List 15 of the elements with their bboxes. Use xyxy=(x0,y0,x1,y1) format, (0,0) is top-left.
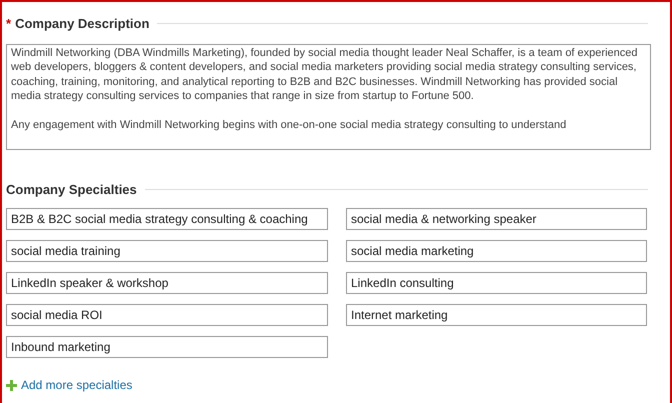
description-field[interactable]: Windmill Networking (DBA Windmills Marketing), founded by social media thought leader Neal Schaffer, is a team of experienced web developers, bloggers & content developers, and social media marketers providing social media strategy consulting services, coaching, training, monitoring, and analytical reporting to B2B and B2C businesses. Windmill Networking has provided social media strategy consulting services to companies that range in size from startup to Fortune 500. Any engagement with Windmill Networking begins with one-on-one social media strategy consulting to understand xyxy=(6,44,651,150)
specialty-field[interactable]: Internet marketing xyxy=(346,304,647,326)
specialty-field[interactable]: social media training xyxy=(6,240,328,262)
specialty-field[interactable]: social media ROI xyxy=(6,304,328,326)
specialty-field[interactable]: B2B & B2C social media strategy consulting & coaching xyxy=(6,208,328,230)
specialty-field[interactable]: social media & networking speaker xyxy=(346,208,647,230)
required-mark: * xyxy=(6,15,12,33)
specialty-field[interactable]: LinkedIn consulting xyxy=(346,272,647,294)
specialty-field[interactable]: Inbound marketing xyxy=(6,336,328,358)
add-specialties-link[interactable]: Add more specialties xyxy=(21,376,132,394)
section-title: Company Description xyxy=(15,15,150,33)
specialty-field[interactable]: social media marketing xyxy=(346,240,647,262)
specialty-field[interactable]: LinkedIn speaker & workshop xyxy=(6,272,328,294)
plus-icon xyxy=(6,380,17,390)
section-title: Company Specialties xyxy=(6,180,137,199)
